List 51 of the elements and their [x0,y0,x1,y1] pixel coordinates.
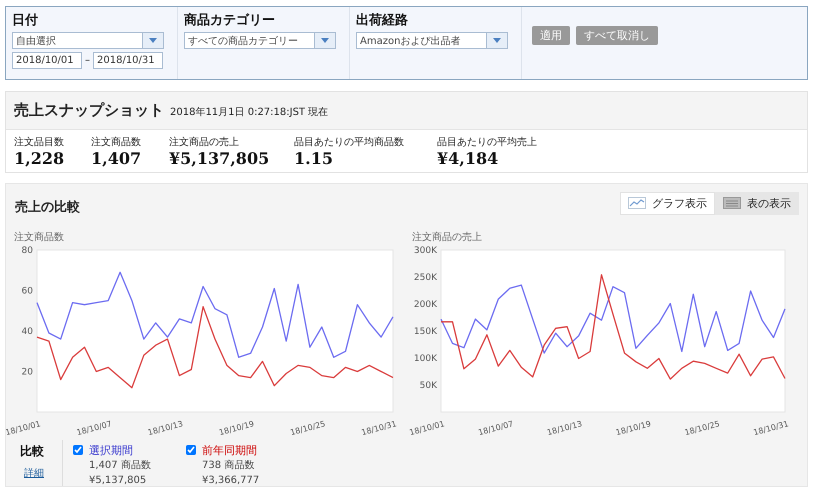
view-tab[interactable]: グラフ表示 [620,192,715,214]
y-tick-label: 250K [414,273,437,283]
metric-value: 1,407 [91,149,142,168]
dropdown[interactable]: すべての商品カテゴリー [184,32,336,49]
y-tick-label: 40 [22,327,33,337]
dropdown[interactable]: Amazonおよび出品者 [356,32,508,49]
section-title: 売上の比較 [15,199,80,216]
y-tick-label: 150K [414,327,437,337]
keyboard-icon [723,197,741,209]
timestamp: 2018年11月1日 0:27:18:JST 現在 [170,106,328,119]
metric-label: 注文商品の売上 [169,136,240,149]
series-sales: ¥5,137,805 [89,474,148,486]
line-graph-icon [628,197,646,209]
date-field[interactable]: 2018/10/01 [12,52,82,69]
y-tick-label: 300K [414,246,437,256]
y-tick-label: 200K [414,300,437,310]
metric-value: 1.15 [294,149,334,168]
metric-label: 品目あたりの平均商品数 [294,136,405,149]
series-name: 前年同期間 [202,443,258,458]
metric-label: 品目あたりの平均売上 [437,136,538,149]
legend-title: 比較 [20,443,45,460]
view-tab[interactable]: 表の表示 [715,192,799,214]
chart-title: 注文商品数 [13,230,65,244]
y-tick-label: 50K [420,381,437,391]
metric-value: ¥5,137,805 [169,149,270,168]
series-sales: ¥3,366,777 [202,474,260,486]
caret-icon [493,38,501,43]
series-count: 738 商品数 [202,458,256,473]
filter-label: 日付 [12,12,39,29]
caret-icon [321,38,329,43]
metric-value: ¥4,184 [437,149,500,168]
date-separator: – [85,55,90,66]
caret-icon [149,38,157,43]
details-link[interactable]: 詳細 [20,466,62,480]
chart-title: 注文商品の売上 [411,230,483,244]
metric-label: 注文商品数 [91,136,142,149]
section-title: 売上スナップショット [14,101,164,120]
filter-label: 商品カテゴリー [184,12,276,29]
y-tick-label: 60 [22,286,33,296]
y-tick-label: 80 [22,246,33,256]
series-count: 1,407 商品数 [89,458,152,473]
y-tick-label: 100K [414,354,437,364]
date-field[interactable]: 2018/10/31 [93,52,163,69]
series-name: 選択期間 [89,443,134,458]
series-checkbox[interactable] [186,445,196,455]
filter-label: 出荷経路 [356,12,409,29]
series-checkbox[interactable] [73,445,83,455]
metric-value: 1,228 [14,149,66,168]
dropdown[interactable]: 自由選択 [12,32,164,49]
y-tick-label: 20 [22,368,33,378]
metric-label: 注文品目数 [14,136,65,149]
